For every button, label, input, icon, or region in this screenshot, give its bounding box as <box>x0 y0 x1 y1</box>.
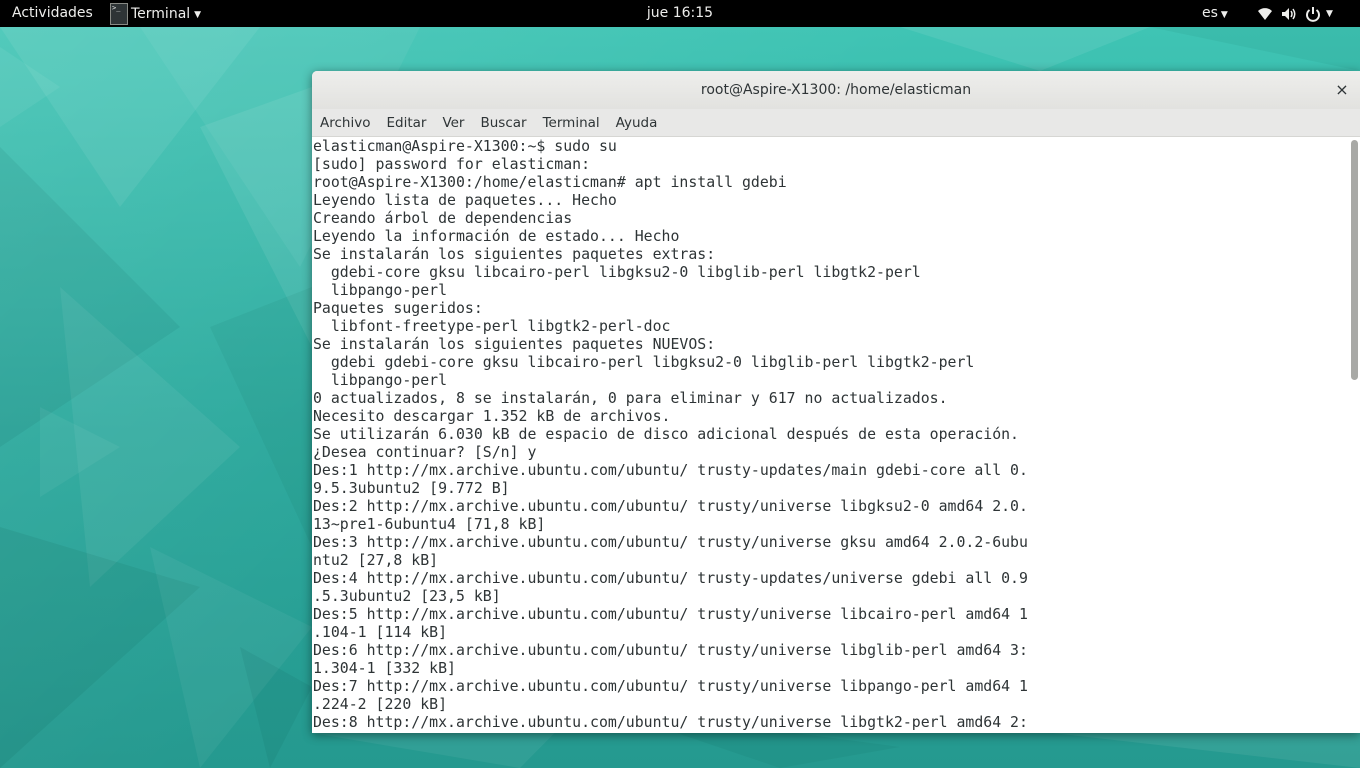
volume-icon <box>1282 8 1296 20</box>
language-indicator[interactable]: es ▼ <box>1202 5 1228 21</box>
terminal-line: Des:3 http://mx.archive.ubuntu.com/ubunt… <box>313 533 1028 551</box>
menu-buscar[interactable]: Buscar <box>472 115 534 131</box>
terminal-line: .104-1 [114 kB] <box>313 623 448 641</box>
terminal-line: Des:6 http://mx.archive.ubuntu.com/ubunt… <box>313 641 1028 659</box>
terminal-text: elasticman@Aspire-X1300:~$ sudo su [sudo]… <box>313 137 1028 731</box>
terminal-line: libpango-perl <box>313 371 448 389</box>
terminal-line: Creando árbol de dependencias <box>313 209 573 227</box>
clock-button[interactable]: jue 16:15 <box>647 5 713 21</box>
terminal-line: 9.5.3ubuntu2 [9.772 B] <box>313 479 510 497</box>
terminal-line: ntu2 [27,8 kB] <box>313 551 439 569</box>
terminal-line: Se instalarán los siguientes paquetes NU… <box>313 335 716 353</box>
terminal-output-area[interactable]: elasticman@Aspire-X1300:~$ sudo su [sudo]… <box>312 137 1360 733</box>
menu-archivo[interactable]: Archivo <box>312 115 378 131</box>
terminal-line: libpango-perl <box>313 281 448 299</box>
menu-ver[interactable]: Ver <box>434 115 472 131</box>
top-bar: Actividades >_ Terminal ▼ jue 16:15 es ▼ … <box>0 0 1360 27</box>
terminal-line: Necesito descargar 1.352 kB de archivos. <box>313 407 671 425</box>
terminal-line: 1.304-1 [332 kB] <box>313 659 456 677</box>
terminal-line: 13~pre1-6ubuntu4 [71,8 kB] <box>313 515 546 533</box>
terminal-line: gdebi gdebi-core gksu libcairo-perl libg… <box>313 353 975 371</box>
terminal-line: gdebi-core gksu libcairo-perl libgksu2-0… <box>313 263 921 281</box>
terminal-line: Des:8 http://mx.archive.ubuntu.com/ubunt… <box>313 713 1028 731</box>
power-icon <box>1306 7 1320 22</box>
terminal-window: root@Aspire-X1300: /home/elasticman × Ar… <box>312 71 1360 733</box>
terminal-line: root@Aspire-X1300:/home/elasticman# apt … <box>313 173 787 191</box>
terminal-line: Des:5 http://mx.archive.ubuntu.com/ubunt… <box>313 605 1028 623</box>
terminal-line: Des:2 http://mx.archive.ubuntu.com/ubunt… <box>313 497 1028 515</box>
terminal-line: 0 actualizados, 8 se instalarán, 0 para … <box>313 389 948 407</box>
terminal-line: [sudo] password for elasticman: <box>313 155 591 173</box>
terminal-line: Leyendo la información de estado... Hech… <box>313 227 680 245</box>
chevron-down-icon: ▼ <box>1220 10 1228 20</box>
terminal-line: Se instalarán los siguientes paquetes ex… <box>313 245 716 263</box>
scrollbar-thumb[interactable] <box>1351 140 1358 380</box>
app-menu-label: Terminal <box>131 5 191 22</box>
chevron-down-icon: ▼ <box>1326 9 1333 19</box>
terminal-line: .224-2 [220 kB] <box>313 695 448 713</box>
menu-ayuda[interactable]: Ayuda <box>608 115 666 131</box>
menu-editar[interactable]: Editar <box>378 115 434 131</box>
close-icon[interactable]: × <box>1332 80 1352 100</box>
terminal-line: Leyendo lista de paquetes... Hecho <box>313 191 617 209</box>
menu-bar: Archivo Editar Ver Buscar Terminal Ayuda <box>312 109 1360 137</box>
activities-button[interactable]: Actividades <box>12 5 93 21</box>
menu-terminal[interactable]: Terminal <box>535 115 608 131</box>
system-status-menu[interactable]: ▼ <box>1256 4 1333 24</box>
clock: jue 16:15 <box>0 5 1360 21</box>
chevron-down-icon: ▼ <box>194 9 202 20</box>
terminal-line: Se utilizarán 6.030 kB de espacio de dis… <box>313 425 1019 443</box>
terminal-line: Des:1 http://mx.archive.ubuntu.com/ubunt… <box>313 461 1028 479</box>
terminal-line: Des:4 http://mx.archive.ubuntu.com/ubunt… <box>313 569 1028 587</box>
terminal-scrollbar[interactable] <box>1348 137 1360 733</box>
terminal-line: ¿Desea continuar? [S/n] y <box>313 443 537 461</box>
terminal-line: Paquetes sugeridos: <box>313 299 483 317</box>
terminal-line: libfont-freetype-perl libgtk2-perl-doc <box>313 317 671 335</box>
language-label: es <box>1202 5 1218 21</box>
window-title: root@Aspire-X1300: /home/elasticman <box>700 82 972 98</box>
window-titlebar[interactable]: root@Aspire-X1300: /home/elasticman × <box>312 71 1360 109</box>
network-wireless-icon <box>1258 8 1272 20</box>
terminal-line: Des:7 http://mx.archive.ubuntu.com/ubunt… <box>313 677 1028 695</box>
terminal-line: elasticman@Aspire-X1300:~$ sudo su <box>313 137 617 155</box>
terminal-app-icon: >_ <box>110 2 128 25</box>
app-menu[interactable]: >_ Terminal ▼ <box>110 0 201 27</box>
terminal-line: .5.3ubuntu2 [23,5 kB] <box>313 587 501 605</box>
